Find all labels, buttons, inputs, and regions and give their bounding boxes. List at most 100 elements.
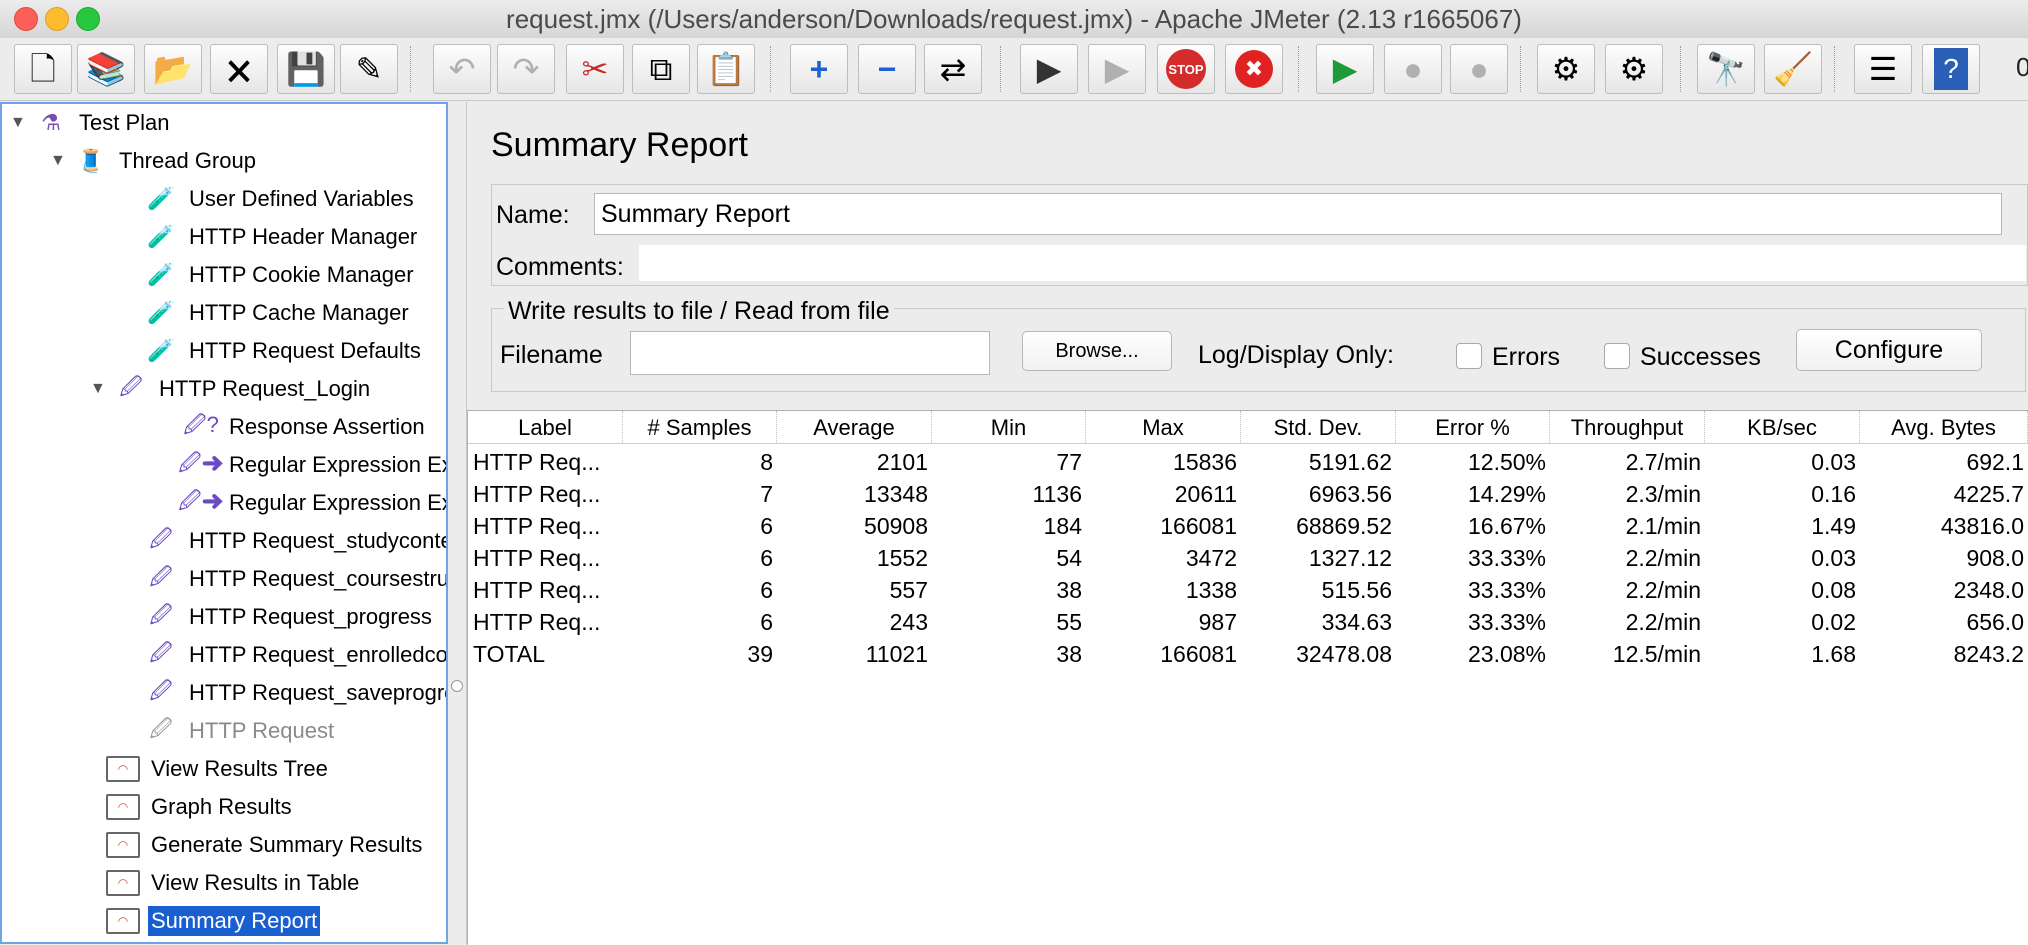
expand-toggle-icon[interactable]: ▼ — [90, 380, 108, 398]
tree-node[interactable]: ▼ ⚗ Test Plan — [10, 106, 173, 140]
tree-node[interactable]: 🖉? Response Assertion — [160, 410, 428, 444]
paste-button[interactable]: 📋 — [697, 44, 755, 94]
tree-node[interactable]: 🧪 HTTP Request Defaults — [120, 334, 424, 368]
successes-checkbox[interactable] — [1604, 343, 1630, 369]
tree-node[interactable]: ◠ Graph Results — [82, 790, 295, 824]
collapse-button[interactable]: − — [858, 44, 916, 94]
copy-button[interactable]: ⧉ — [632, 44, 690, 94]
table-row[interactable]: HTTP Req... 6 243 55 987 334.63 33.33% 2.2/min 0… — [468, 605, 2028, 637]
config-element-icon: 🧪 — [147, 224, 175, 249]
templates-icon: 📚 — [86, 51, 126, 87]
errors-checkbox[interactable] — [1456, 343, 1482, 369]
table-cell: 2.2/min — [1625, 545, 1701, 571]
table-cell: 1327.12 — [1308, 545, 1392, 571]
tree-node-label: HTTP Request_coursestruc — [189, 566, 448, 591]
column-header[interactable]: Min — [932, 411, 1086, 443]
save-as-button[interactable]: ✎ — [340, 44, 398, 94]
help-button[interactable]: ? — [1922, 44, 1980, 94]
table-cell: 0.16 — [1811, 481, 1856, 507]
tree-node[interactable]: ◠ View Results in Table — [82, 866, 362, 900]
new-button[interactable]: 🗋 — [14, 44, 72, 94]
filename-field[interactable] — [630, 331, 990, 375]
tree-node[interactable]: 🧪 HTTP Cookie Manager — [120, 258, 417, 292]
column-header[interactable]: Error % — [1396, 411, 1550, 443]
table-cell: HTTP Req... — [473, 481, 601, 507]
tree-node[interactable]: 🖉 HTTP Request_saveprogre — [120, 676, 446, 710]
clear-all-button[interactable]: ⚙ — [1605, 44, 1663, 94]
remote-start-button[interactable]: ▶ — [1316, 44, 1374, 94]
column-header[interactable]: KB/sec — [1705, 411, 1860, 443]
divider-grip[interactable] — [451, 680, 463, 692]
table-row[interactable]: HTTP Req... 6 1552 54 3472 1327.12 33.33% 2.2/m… — [468, 541, 2028, 573]
expand-button[interactable]: + — [790, 44, 848, 94]
table-cell: 50908 — [864, 513, 928, 539]
function-helper-button[interactable]: ☰ — [1854, 44, 1912, 94]
tree-node[interactable]: ▼ 🧵 Thread Group — [50, 144, 259, 178]
tree-node[interactable]: ◠ Generate Summary Results — [82, 828, 425, 862]
save-button[interactable]: 💾 — [277, 44, 335, 94]
close-button[interactable]: 🗙 — [210, 44, 268, 94]
table-cell: 0.03 — [1811, 545, 1856, 571]
stop-button[interactable]: STOP — [1157, 44, 1215, 94]
table-row[interactable]: HTTP Req... 7 13348 1136 20611 6963.56 14.29% 2… — [468, 477, 2028, 509]
tree-node[interactable]: 🖉➜ Regular Expression Ext — [160, 486, 446, 520]
column-header[interactable]: Label — [468, 411, 623, 443]
expand-toggle-icon[interactable]: ▼ — [10, 114, 28, 132]
redo-button[interactable]: ↷ — [497, 44, 555, 94]
table-cell: 184 — [1043, 513, 1082, 539]
clear-button[interactable]: ⚙ — [1537, 44, 1595, 94]
start-no-pause-icon: ▶ — [1104, 51, 1130, 87]
column-header[interactable]: Average — [777, 411, 932, 443]
table-row[interactable]: HTTP Req... 6 50908 184 166081 68869.52 16.67%… — [468, 509, 2028, 541]
test-plan-tree[interactable]: ▼ ⚗ Test Plan ▼ 🧵 Thread Group 🧪 User Defined V… — [0, 102, 448, 944]
remote-shutdown-button[interactable]: ● — [1450, 44, 1508, 94]
tree-node[interactable]: ◠ View Results Tree — [82, 752, 331, 786]
configure-button[interactable]: Configure — [1796, 329, 1982, 371]
column-header[interactable]: Max — [1086, 411, 1241, 443]
extractor-icon: 🖉➜ — [178, 488, 224, 513]
split-pane-divider[interactable] — [448, 102, 467, 944]
tree-node[interactable]: ▼ 🖉 HTTP Request_Login — [90, 372, 373, 406]
start-button[interactable]: ▶ — [1020, 44, 1078, 94]
tree-node[interactable]: ◠ Summary Report — [82, 904, 321, 938]
search-button[interactable]: 🔭 — [1697, 44, 1755, 94]
table-cell: 32478.08 — [1296, 641, 1392, 667]
name-comments-box: Name: Summary Report Comments: — [491, 184, 2028, 286]
undo-button[interactable]: ↶ — [433, 44, 491, 94]
reset-search-button[interactable]: 🧹 — [1764, 44, 1822, 94]
tree-node[interactable]: 🖉 HTTP Request_progress — [120, 600, 435, 634]
undo-icon: ↶ — [448, 51, 476, 87]
table-cell: 8 — [760, 449, 773, 475]
column-header[interactable]: Avg. Bytes — [1860, 411, 2028, 443]
listener-icon: ◠ — [106, 870, 140, 896]
shutdown-button[interactable]: ✖ — [1225, 44, 1283, 94]
name-field[interactable]: Summary Report — [594, 193, 2002, 235]
tree-node-label: HTTP Request_enrolledcou — [189, 642, 448, 667]
toggle-button[interactable]: ⇄ — [924, 44, 982, 94]
column-header[interactable]: Std. Dev. — [1241, 411, 1396, 443]
cut-button[interactable]: ✂ — [566, 44, 624, 94]
tree-node[interactable]: 🖉➜ Regular Expression Ext — [160, 448, 446, 482]
open-button[interactable]: 📂 — [144, 44, 202, 94]
tree-node[interactable]: 🧪 User Defined Variables — [120, 182, 417, 216]
expand-toggle-icon[interactable]: ▼ — [50, 152, 68, 170]
templates-button[interactable]: 📚 — [77, 44, 135, 94]
summary-table[interactable]: Label # Samples Average Min Max Std. Dev. Erro… — [467, 410, 2028, 945]
tree-node[interactable]: 🖉 HTTP Request — [120, 714, 337, 748]
comments-field[interactable] — [639, 245, 2026, 281]
column-header[interactable]: # Samples — [623, 411, 777, 443]
start-no-pause-button[interactable]: ▶ — [1088, 44, 1146, 94]
browse-button[interactable]: Browse... — [1022, 331, 1172, 371]
remote-stop-button[interactable]: ● — [1384, 44, 1442, 94]
table-row[interactable]: HTTP Req... 6 557 38 1338 515.56 33.33% 2.2/min… — [468, 573, 2028, 605]
table-row[interactable]: HTTP Req... 8 2101 77 15836 5191.62 12.50% 2.7/… — [468, 445, 2028, 477]
tree-node[interactable]: 🖉 HTTP Request_enrolledcou — [120, 638, 448, 672]
tree-node[interactable]: 🖉 HTTP Request_coursestruc — [120, 562, 448, 596]
tree-node[interactable]: 🧪 HTTP Cache Manager — [120, 296, 412, 330]
tree-node[interactable]: 🖉 HTTP Request_studyconte — [120, 524, 446, 558]
column-header[interactable]: Throughput — [1550, 411, 1705, 443]
table-cell: 166081 — [1160, 513, 1237, 539]
table-cell: HTTP Req... — [473, 449, 601, 475]
total-row[interactable]: TOTAL 39 11021 38 166081 32478.08 23.08% 12.5/m… — [468, 637, 2028, 669]
tree-node[interactable]: 🧪 HTTP Header Manager — [120, 220, 420, 254]
